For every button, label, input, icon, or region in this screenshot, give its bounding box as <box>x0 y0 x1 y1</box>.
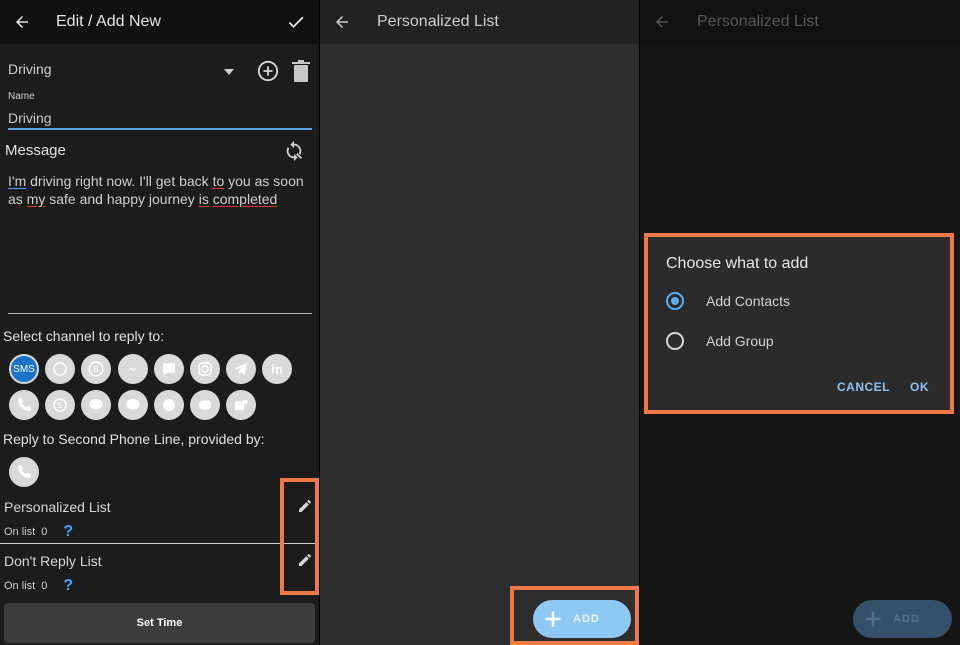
highlight-box <box>510 586 639 645</box>
page-title: Personalized List <box>377 13 499 30</box>
dont-reply-list-label[interactable]: Don't Reply List <box>4 553 102 569</box>
teams-channel-icon[interactable] <box>226 390 256 420</box>
edit-add-new-screen: Edit / Add New Driving Name Driving Mess… <box>0 0 319 645</box>
help-icon[interactable]: ? <box>63 523 73 541</box>
phone-icon[interactable] <box>9 457 39 487</box>
chat-channel-icon[interactable] <box>154 354 184 384</box>
talk-channel-icon[interactable] <box>118 390 148 420</box>
personalized-list-label[interactable]: Personalized List <box>4 499 111 515</box>
message-label: Message <box>5 142 66 159</box>
message-field[interactable]: I'm driving right now. I'll get back to … <box>8 173 304 208</box>
divider <box>0 543 319 544</box>
personalized-list-count: On list 0 ? <box>4 523 74 541</box>
trash-icon[interactable] <box>292 60 310 87</box>
page-title: Edit / Add New <box>56 13 161 30</box>
discord-channel-icon[interactable] <box>190 390 220 420</box>
check-icon[interactable] <box>286 12 306 37</box>
set-time-button[interactable]: Set Time <box>4 603 315 643</box>
help-icon[interactable]: ? <box>63 577 73 595</box>
whatsapp-channel-icon[interactable] <box>45 354 75 384</box>
highlight-box <box>644 233 954 414</box>
telegram-channel-icon[interactable] <box>226 354 256 384</box>
dont-reply-list-count: On list 0 ? <box>4 577 74 595</box>
plus-icon <box>865 611 881 627</box>
top-app-bar: Edit / Add New <box>0 0 319 44</box>
back-arrow-icon[interactable] <box>640 0 684 44</box>
name-label: Name <box>8 91 35 102</box>
sync-icon[interactable] <box>283 140 305 167</box>
highlight-box <box>280 478 319 595</box>
page-title: Personalized List <box>697 13 819 30</box>
svg-text:S: S <box>57 400 62 410</box>
svg-text:in: in <box>271 364 283 377</box>
bubble-channel-icon[interactable] <box>154 390 184 420</box>
whatsapp-business-channel-icon[interactable]: B <box>81 354 111 384</box>
add-circle-icon[interactable] <box>257 60 279 87</box>
phone-channel-icon[interactable] <box>9 390 39 420</box>
linkedin-channel-icon[interactable]: in <box>262 354 292 384</box>
personalized-list-screen: Personalized List ADD <box>320 0 639 645</box>
add-button: ADD <box>853 600 952 638</box>
instagram-channel-icon[interactable] <box>190 354 220 384</box>
back-arrow-icon[interactable] <box>320 0 364 44</box>
back-arrow-icon[interactable] <box>0 0 44 44</box>
name-field[interactable]: Driving <box>8 110 52 126</box>
profile-dropdown-value[interactable]: Driving <box>8 61 52 77</box>
dropdown-arrow-icon[interactable] <box>224 63 234 81</box>
svg-text:B: B <box>93 364 99 374</box>
channels-label: Select channel to reply to: <box>3 328 165 344</box>
skype-channel-icon[interactable]: S <box>45 390 75 420</box>
second-line-label: Reply to Second Phone Line, provided by: <box>3 431 265 447</box>
top-app-bar: Personalized List <box>640 0 960 44</box>
top-app-bar: Personalized List <box>320 0 639 44</box>
messenger-channel-icon[interactable] <box>118 354 148 384</box>
sms-channel-icon[interactable]: SMS <box>9 354 39 384</box>
name-field-underline <box>8 128 312 130</box>
message-field-underline <box>8 313 312 314</box>
line-channel-icon[interactable] <box>81 390 111 420</box>
